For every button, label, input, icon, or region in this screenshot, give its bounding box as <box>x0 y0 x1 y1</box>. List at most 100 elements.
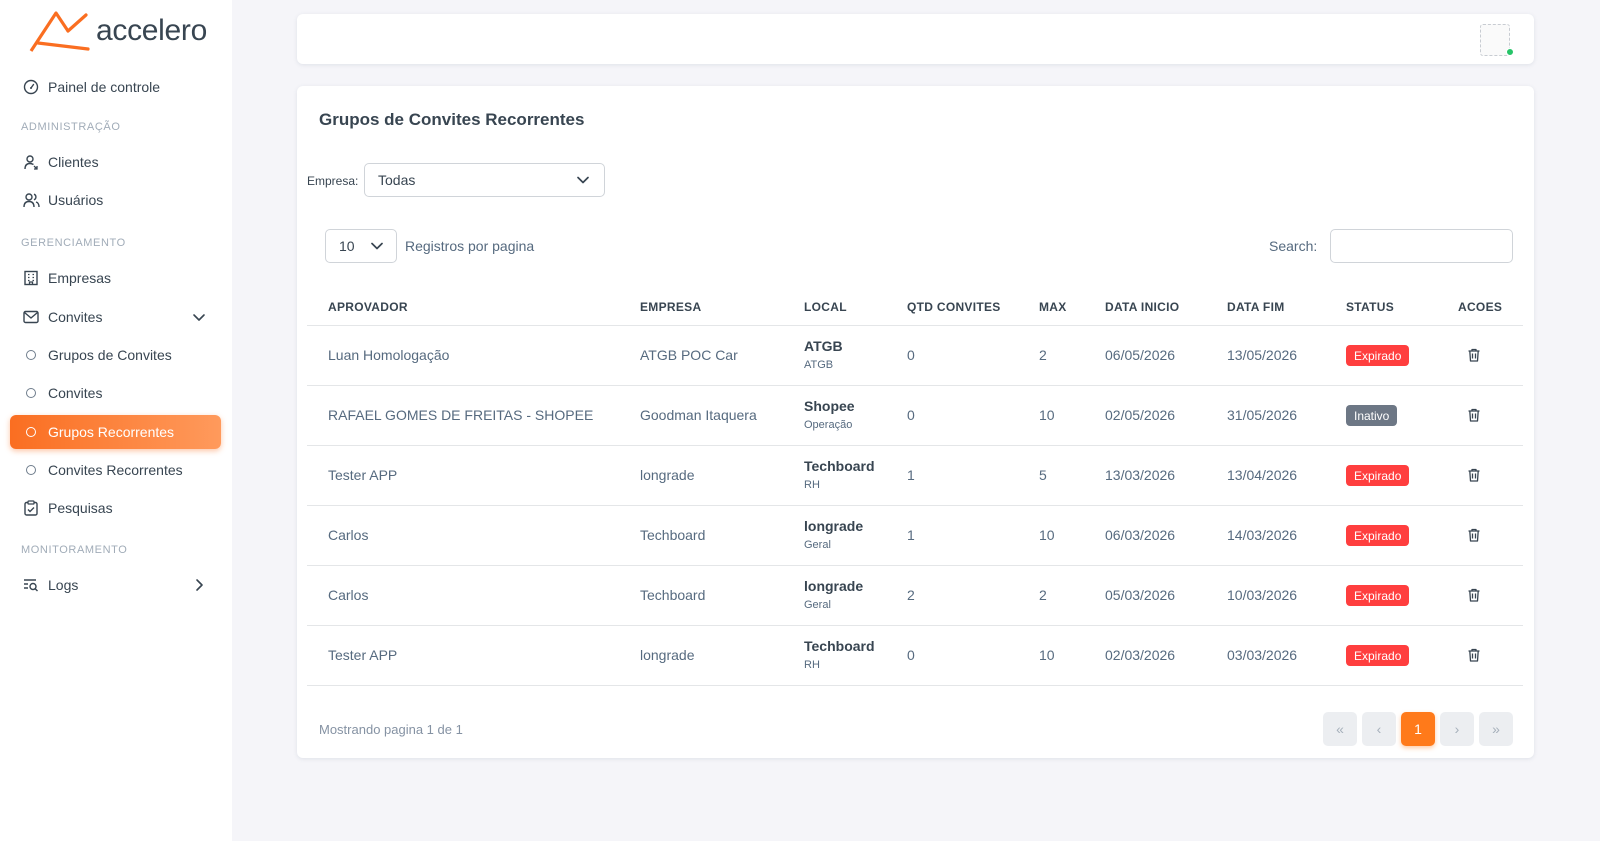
column-header-aprovador[interactable]: APROVADOR <box>328 300 408 314</box>
sidebar-item-pesquisas[interactable]: Pesquisas <box>10 491 221 525</box>
trash-icon[interactable] <box>1466 647 1482 663</box>
chevron-down-icon <box>577 176 589 184</box>
cell-qtd: 0 <box>907 647 915 663</box>
column-header-qtd-convites[interactable]: QTD CONVITES <box>907 300 1001 314</box>
trash-icon[interactable] <box>1466 407 1482 423</box>
search-label: Search: <box>1269 238 1318 254</box>
cell-data-fim: 14/03/2026 <box>1227 527 1298 543</box>
page-title: Grupos de Convites Recorrentes <box>319 110 585 129</box>
cell-local: longrade <box>804 578 864 594</box>
column-header-local[interactable]: LOCAL <box>804 300 847 314</box>
status-badge: Expirado <box>1346 345 1410 366</box>
cell-local-sub: RH <box>804 659 820 671</box>
status-badge: Inativo <box>1346 405 1398 426</box>
brand-logo[interactable]: accelero <box>28 8 207 54</box>
status-badge: Expirado <box>1346 645 1410 666</box>
sidebar-item-label: Pesquisas <box>48 500 113 516</box>
cell-empresa: Techboard <box>640 527 706 543</box>
avatar[interactable] <box>1478 22 1514 58</box>
column-header-data-fim[interactable]: DATA FIM <box>1227 300 1285 314</box>
chevron-right-icon <box>196 579 203 591</box>
sidebar-item-convites-recorrentes[interactable]: Convites Recorrentes <box>10 453 221 487</box>
cell-data-fim: 31/05/2026 <box>1227 407 1298 423</box>
sidebar-item-empresas[interactable]: Empresas <box>10 261 221 295</box>
empresa-filter-select[interactable]: Todas <box>364 163 605 197</box>
brand-name: accelero <box>96 14 207 47</box>
online-status-dot <box>1506 48 1514 56</box>
column-header-data-inicio[interactable]: DATA INICIO <box>1105 300 1179 314</box>
pagination-next-button[interactable]: › <box>1440 712 1474 746</box>
cell-aprovador: Luan Homologação <box>328 347 450 363</box>
trash-icon[interactable] <box>1466 467 1482 483</box>
trash-icon[interactable] <box>1466 347 1482 363</box>
cell-local: ATGB <box>804 338 843 354</box>
sidebar-item-dashboard[interactable]: Painel de controle <box>10 70 221 104</box>
cell-local: longrade <box>804 518 864 534</box>
table-row[interactable]: Luan Homologação ATGB POC Car ATGB ATGB … <box>307 326 1523 386</box>
table-row[interactable]: Tester APP longrade Techboard RH 1 5 13/… <box>307 446 1523 506</box>
sidebar-item-usuarios[interactable]: Usuários <box>10 183 221 217</box>
chevron-down-icon <box>371 242 383 250</box>
status-badge: Expirado <box>1346 585 1410 606</box>
cell-data-fim: 03/03/2026 <box>1227 647 1298 663</box>
cell-data-fim: 10/03/2026 <box>1227 587 1298 603</box>
chevron-down-icon <box>193 314 205 321</box>
cell-aprovador: Carlos <box>328 527 369 543</box>
section-header-monitoring: MONITORAMENTO <box>21 544 128 556</box>
page-size-value: 10 <box>339 238 355 254</box>
cell-aprovador: Tester APP <box>328 467 398 483</box>
top-navbar <box>297 14 1534 64</box>
sidebar-item-logs[interactable]: Logs <box>10 568 221 602</box>
page-size-select[interactable]: 10 <box>325 229 397 263</box>
cell-local-sub: ATGB <box>804 359 834 371</box>
empresa-filter-value: Todas <box>378 172 416 188</box>
section-header-management: GERENCIAMENTO <box>21 237 126 249</box>
cell-empresa: longrade <box>640 647 695 663</box>
cell-qtd: 2 <box>907 587 915 603</box>
mail-icon <box>22 308 40 326</box>
column-header-status[interactable]: STATUS <box>1346 300 1394 314</box>
clipboard-icon <box>22 499 40 517</box>
cell-local-sub: Geral <box>804 599 831 611</box>
table-row[interactable]: RAFAEL GOMES DE FREITAS - SHOPEE Goodman… <box>307 386 1523 446</box>
sidebar: accelero Painel de controle ADMINISTRAÇÃ… <box>0 0 232 841</box>
cell-local-sub: Operação <box>804 419 853 431</box>
user-icon <box>22 153 40 171</box>
trash-icon[interactable] <box>1466 587 1482 603</box>
sidebar-item-grupos-convites[interactable]: Grupos de Convites <box>10 338 221 372</box>
sidebar-item-convites-sub[interactable]: Convites <box>10 376 221 410</box>
status-badge: Expirado <box>1346 465 1410 486</box>
column-header-max[interactable]: MAX <box>1039 300 1067 314</box>
cell-data-fim: 13/04/2026 <box>1227 467 1298 483</box>
pagination-last-button[interactable]: » <box>1479 712 1513 746</box>
pagination-prev-button[interactable]: ‹ <box>1362 712 1396 746</box>
circle-icon <box>26 388 36 398</box>
sidebar-item-grupos-recorrentes[interactable]: Grupos Recorrentes <box>10 415 221 449</box>
cell-max: 2 <box>1039 347 1047 363</box>
sidebar-item-clientes[interactable]: Clientes <box>10 145 221 179</box>
pagination-first-button[interactable]: « <box>1323 712 1357 746</box>
cell-local-sub: RH <box>804 479 820 491</box>
search-input[interactable] <box>1330 229 1513 263</box>
gauge-icon <box>22 78 40 96</box>
trash-icon[interactable] <box>1466 527 1482 543</box>
pagination-page-button[interactable]: 1 <box>1401 712 1435 746</box>
column-header-empresa[interactable]: EMPRESA <box>640 300 701 314</box>
sidebar-item-label: Grupos Recorrentes <box>48 424 175 440</box>
column-header-acoes: ACOES <box>1458 300 1503 314</box>
cell-data-inicio: 06/05/2026 <box>1105 347 1176 363</box>
sidebar-item-label: Logs <box>48 577 79 593</box>
sidebar-item-label: Usuários <box>48 192 104 208</box>
circle-icon <box>26 427 36 437</box>
sidebar-item-convites[interactable]: Convites <box>10 300 221 334</box>
cell-local: Shopee <box>804 398 855 414</box>
table-row[interactable]: Tester APP longrade Techboard RH 0 10 02… <box>307 626 1523 686</box>
sidebar-item-label: Painel de controle <box>48 79 161 95</box>
cell-max: 10 <box>1039 647 1055 663</box>
table-header: APROVADOR EMPRESA LOCAL QTD CONVITES MAX… <box>307 286 1523 326</box>
cell-qtd: 1 <box>907 527 915 543</box>
cell-data-inicio: 13/03/2026 <box>1105 467 1176 483</box>
table-row[interactable]: Carlos Techboard longrade Geral 2 2 05/0… <box>307 566 1523 626</box>
cell-qtd: 1 <box>907 467 915 483</box>
table-row[interactable]: Carlos Techboard longrade Geral 1 10 06/… <box>307 506 1523 566</box>
